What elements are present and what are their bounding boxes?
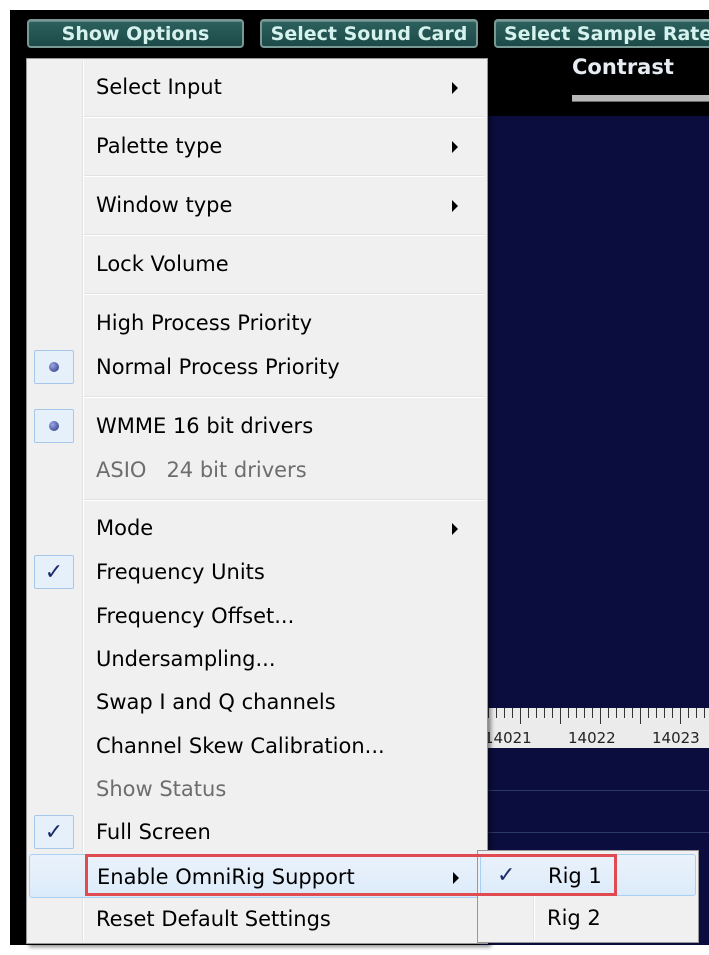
menu-item-label: Normal Process Priority: [96, 355, 340, 379]
menu-item-label: ASIO 24 bit drivers: [96, 458, 307, 482]
options-menu: Select Input Palette type Window type Lo…: [26, 58, 488, 944]
submenu-arrow-icon: [452, 82, 458, 94]
submenu-item-label: Rig 1: [548, 864, 602, 888]
frequency-ruler: 14021 14022 14023: [480, 708, 709, 748]
menu-item-label: Window type: [96, 193, 233, 217]
ruler-label: 14021: [484, 729, 532, 747]
submenu-item-label: Rig 2: [547, 906, 601, 930]
contrast-label: Contrast: [572, 55, 674, 79]
menu-item-frequency-units[interactable]: ✓ Frequency Units: [29, 550, 485, 594]
radio-selected-icon: [34, 350, 74, 384]
omnirig-submenu: ✓ Rig 1 Rig 2: [477, 850, 699, 943]
submenu-arrow-icon: [453, 872, 459, 884]
ruler-label: 14022: [568, 729, 616, 747]
menu-item-undersampling[interactable]: Undersampling...: [29, 637, 485, 681]
menu-item-label: Frequency Units: [96, 560, 265, 584]
select-sound-card-button[interactable]: Select Sound Card: [260, 19, 478, 48]
menu-item-label: WMME 16 bit drivers: [96, 414, 314, 438]
menu-item-lock-volume[interactable]: Lock Volume: [29, 242, 485, 286]
menu-item-window-type[interactable]: Window type: [29, 183, 485, 227]
checkmark-icon: ✓: [34, 555, 74, 589]
radio-selected-icon: [34, 409, 74, 443]
menu-item-mode[interactable]: Mode: [29, 506, 485, 550]
menu-item-label: Reset Default Settings: [96, 907, 331, 931]
menu-item-label: High Process Priority: [96, 311, 313, 335]
menu-item-label: Swap I and Q channels: [96, 690, 336, 714]
menu-item-swap-iq-channels[interactable]: Swap I and Q channels: [29, 680, 485, 724]
menu-item-label: Lock Volume: [96, 252, 229, 276]
submenu-arrow-icon: [452, 200, 458, 212]
menu-item-select-input[interactable]: Select Input: [29, 65, 485, 109]
spectrum-display[interactable]: [480, 116, 709, 708]
menu-item-normal-process-priority[interactable]: Normal Process Priority: [29, 345, 485, 389]
menu-item-palette-type[interactable]: Palette type: [29, 124, 485, 168]
menu-item-frequency-offset[interactable]: Frequency Offset...: [29, 594, 485, 638]
menu-item-reset-default-settings[interactable]: Reset Default Settings: [29, 897, 485, 941]
menu-item-label: Full Screen: [96, 820, 211, 844]
menu-item-high-process-priority[interactable]: High Process Priority: [29, 301, 485, 345]
menu-item-channel-skew-calibration[interactable]: Channel Skew Calibration...: [29, 724, 485, 768]
show-options-button[interactable]: Show Options: [27, 19, 244, 48]
checkmark-icon: ✓: [497, 863, 516, 888]
select-sample-rate-button[interactable]: Select Sample Rate: [494, 19, 709, 48]
submenu-item-rig-1[interactable]: ✓ Rig 1: [480, 854, 696, 896]
menu-item-asio-drivers: ASIO 24 bit drivers: [29, 448, 485, 492]
submenu-item-rig-2[interactable]: Rig 2: [480, 897, 696, 939]
menu-item-enable-omnirig-support[interactable]: Enable OmniRig Support: [29, 854, 485, 898]
submenu-arrow-icon: [452, 523, 458, 535]
menu-item-label: Channel Skew Calibration...: [96, 734, 385, 758]
menu-item-label: Mode: [96, 516, 154, 540]
submenu-arrow-icon: [452, 141, 458, 153]
menu-item-label: Frequency Offset...: [96, 604, 295, 628]
menu-item-show-status: Show Status: [29, 767, 485, 811]
ruler-label: 14023: [652, 729, 700, 747]
menu-item-full-screen[interactable]: ✓ Full Screen: [29, 810, 485, 854]
menu-item-label: Palette type: [96, 134, 223, 158]
menu-item-label: Enable OmniRig Support: [97, 865, 355, 889]
menu-item-label: Undersampling...: [96, 647, 276, 671]
contrast-slider[interactable]: [572, 95, 709, 102]
menu-item-label: Select Input: [96, 75, 222, 99]
checkmark-icon: ✓: [34, 815, 74, 849]
menu-item-label: Show Status: [96, 777, 227, 801]
menu-item-wmme-drivers[interactable]: WMME 16 bit drivers: [29, 404, 485, 448]
